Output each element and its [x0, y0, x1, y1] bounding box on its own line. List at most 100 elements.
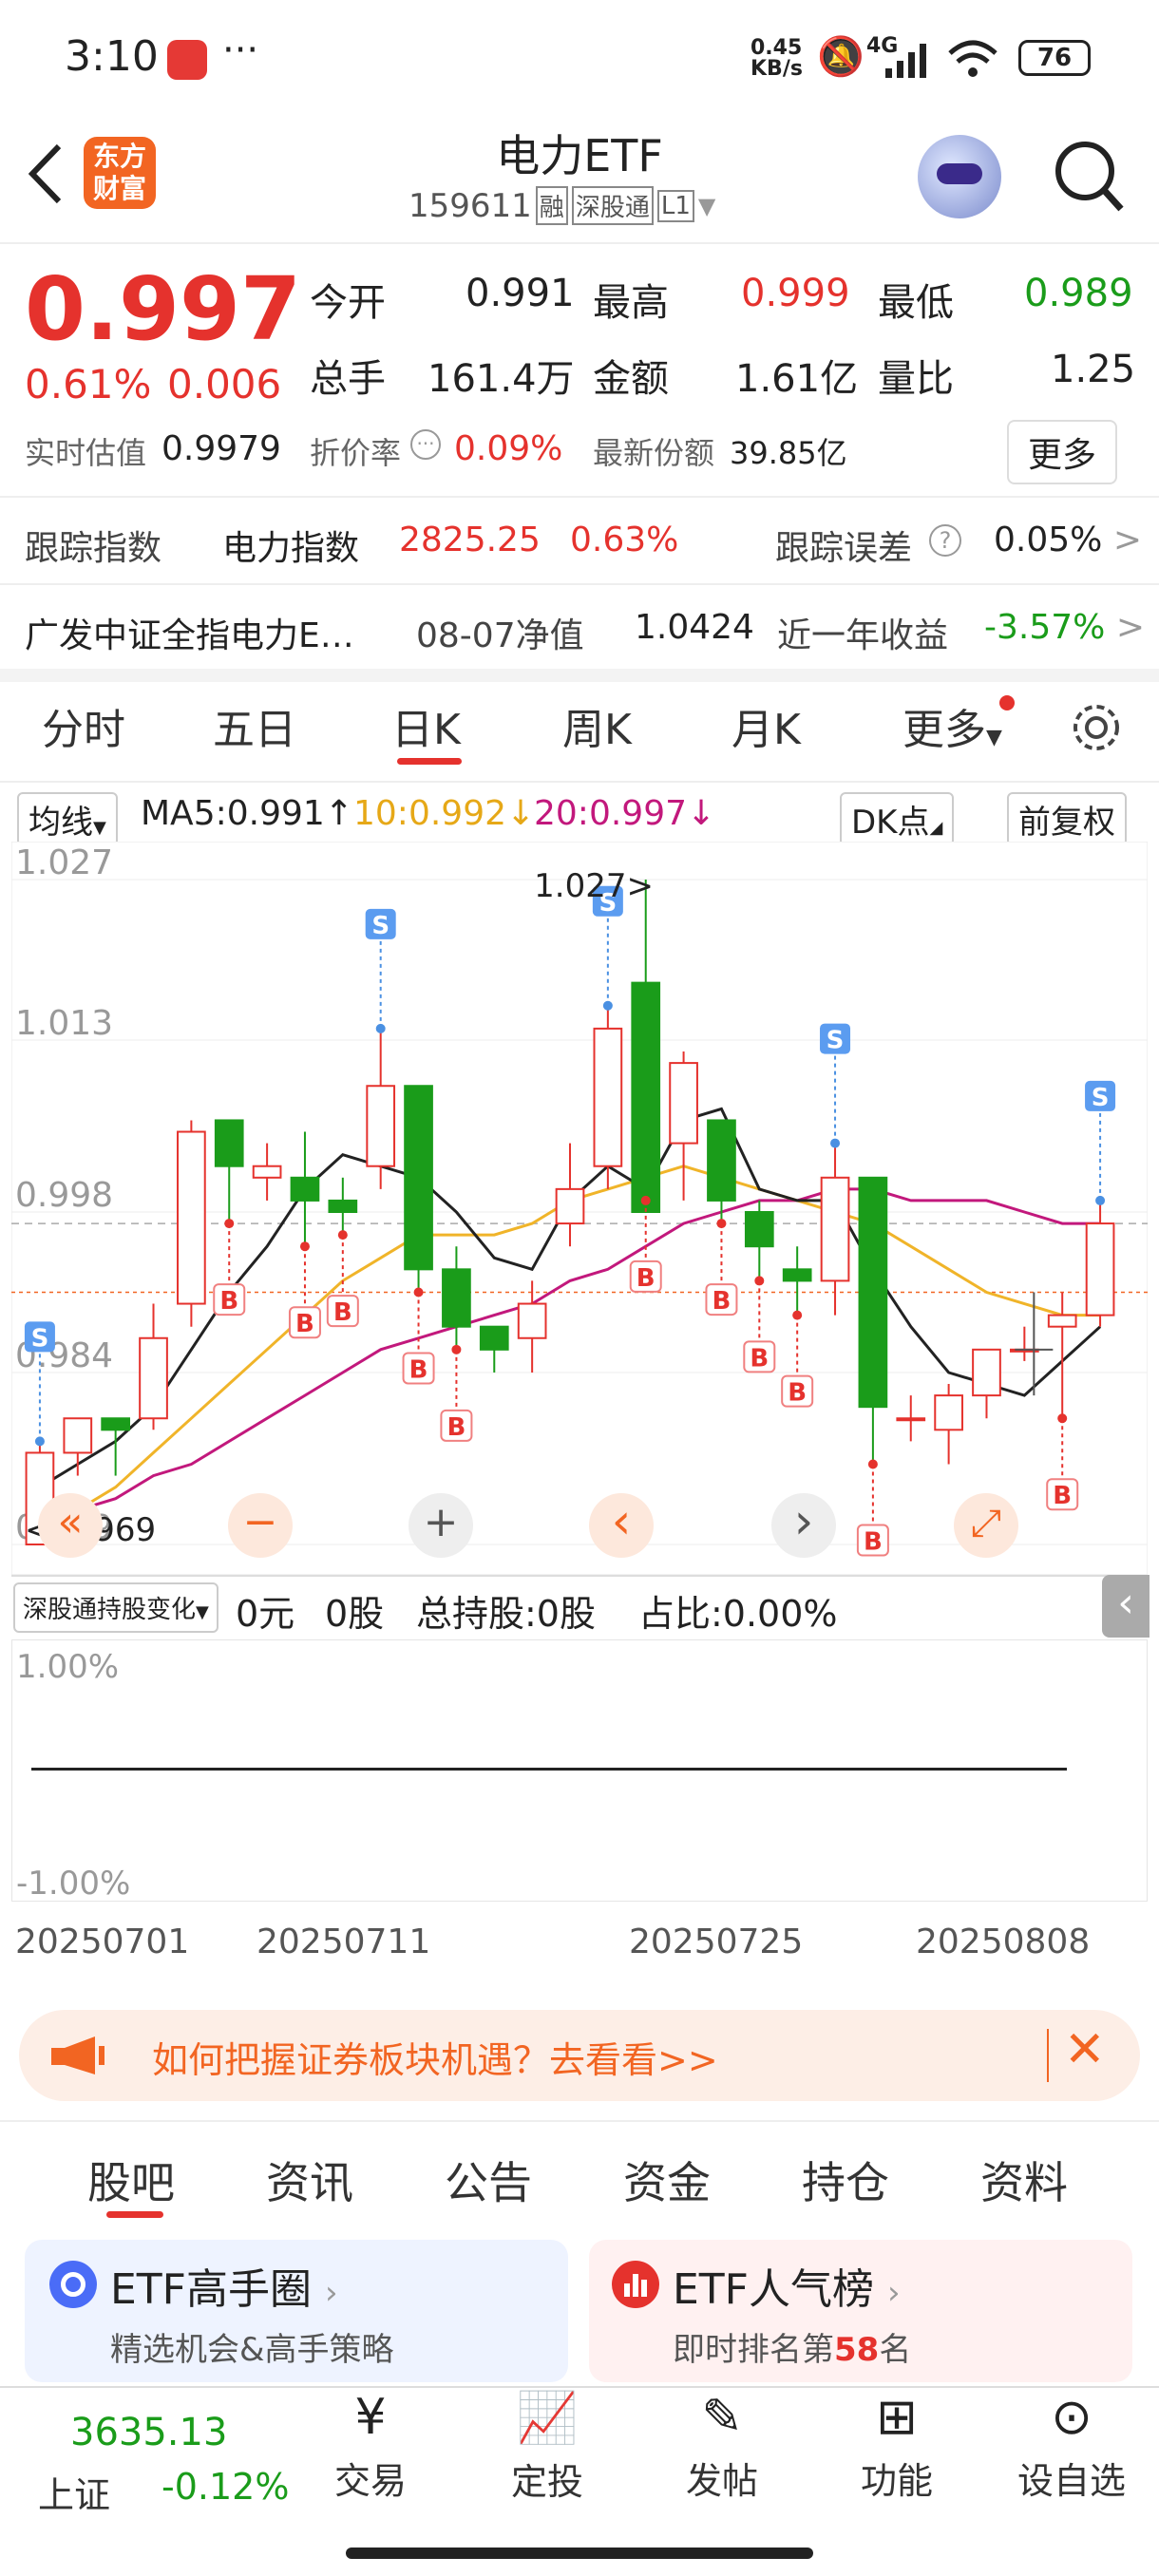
buy-mark-label: B — [864, 1528, 883, 1557]
nav-post[interactable]: ✎ 发帖 — [646, 2389, 798, 2504]
fund-name[interactable]: 广发中证全指电力E… — [25, 608, 354, 657]
etf-expert-card[interactable]: ETF高手圈 › 精选机会&高手策略 — [25, 2240, 568, 2382]
tab-guba[interactable]: 股吧 — [87, 2149, 175, 2211]
tab-weekly-k[interactable]: 周K — [562, 695, 632, 756]
status-bar: 3:10 ··· 0.45 KB/s 🔕 4G 76 — [0, 0, 1159, 114]
return-label: 近一年收益 — [777, 616, 949, 655]
low-label: 最低 — [878, 281, 954, 325]
header: 东方 财富 电力ETF 159611 融 深股通 L1 ▼ — [0, 114, 1159, 242]
holding-chart: 1.00% -1.00% — [11, 1639, 1148, 1903]
close-icon[interactable]: ✕ — [1064, 2021, 1106, 2078]
x-axis: 20250701 20250711 20250725 20250808 — [11, 1902, 1148, 1987]
ma20-value: 20:0.997↓ — [534, 794, 716, 833]
iopv-value: 0.9979 — [162, 429, 281, 468]
nav-functions[interactable]: ⊞ 功能 — [821, 2389, 973, 2504]
collapse-panel-button[interactable]: ‹ — [1102, 1575, 1150, 1638]
grid-icon: ⊞ — [876, 2389, 918, 2446]
candle-body — [669, 1062, 698, 1145]
buy-mark-label: B — [712, 1287, 732, 1316]
home-indicator — [346, 2548, 813, 2559]
chevron-right-icon: > — [1115, 608, 1145, 647]
holding-shares: 0股 — [325, 1593, 385, 1635]
candle-body — [593, 1027, 623, 1167]
assistant-robot-icon[interactable] — [918, 135, 1001, 218]
x-label-3: 20250725 — [629, 1923, 804, 1961]
holding-total: 总持股:0股 — [416, 1593, 596, 1635]
nav-trade[interactable]: ¥ 交易 — [294, 2389, 446, 2504]
price-adjust-button[interactable]: 前复权 — [1007, 792, 1127, 846]
tab-profile[interactable]: 资料 — [980, 2149, 1068, 2211]
tab-more[interactable]: 更多▼ — [902, 695, 1002, 756]
trend-chart-icon: 📈 — [516, 2390, 579, 2447]
x-label-1: 20250701 — [15, 1923, 190, 1961]
dk-point-select[interactable]: DK点◢ — [840, 792, 955, 846]
dropdown-icon: ▼ — [93, 818, 106, 838]
red-dot-badge — [999, 695, 1015, 710]
sell-mark-dot — [830, 1138, 841, 1148]
zoom-out-button[interactable]: − — [228, 1493, 293, 1558]
battery-icon: 76 — [1018, 40, 1091, 76]
scroll-right-button[interactable]: › — [771, 1493, 836, 1558]
zoom-in-button[interactable]: + — [408, 1493, 473, 1558]
x-label-2: 20250711 — [256, 1923, 431, 1961]
tab-announcements[interactable]: 公告 — [445, 2149, 532, 2211]
tracking-index-pct: 0.63% — [570, 521, 679, 559]
buy-mark-dot — [337, 1230, 348, 1241]
amount-label: 金额 — [593, 357, 669, 401]
signal-icon — [885, 44, 926, 78]
jump-first-button[interactable]: « — [38, 1493, 103, 1558]
sh-index-value[interactable]: 3635.13 — [70, 2411, 227, 2454]
candle-body — [517, 1302, 547, 1339]
premium-value: 0.09% — [454, 429, 563, 468]
candle-body — [63, 1417, 93, 1454]
return-value[interactable]: -3.57% > — [984, 608, 1145, 647]
promo-banner[interactable]: 如何把握证券板块机遇？去看看>> ✕ — [19, 2010, 1140, 2101]
tab-news[interactable]: 资讯 — [266, 2149, 353, 2211]
sh-index-name[interactable]: 上证 — [38, 2466, 110, 2518]
nav-auto-invest[interactable]: 📈 定投 — [471, 2389, 623, 2505]
holding-indicator-select[interactable]: 深股通持股变化▼ — [13, 1582, 218, 1633]
buy-mark-dot — [716, 1219, 727, 1229]
card-title: ETF人气榜 › — [673, 2265, 901, 2314]
buy-mark-dot — [640, 1195, 651, 1205]
high-value: 0.999 — [741, 272, 850, 315]
tracking-error-value[interactable]: 0.05% > — [994, 521, 1142, 559]
dropdown-icon: ◢ — [929, 818, 943, 838]
tab-daily-k[interactable]: 日K — [391, 695, 461, 756]
tab-monthly-k[interactable]: 月K — [732, 695, 801, 756]
sh-index-pct[interactable]: -0.12% — [162, 2466, 289, 2508]
candle-body — [404, 1085, 433, 1271]
more-button[interactable]: 更多 — [1007, 420, 1118, 484]
tab-five-day[interactable]: 五日 — [213, 695, 296, 756]
status-time: 3:10 — [65, 32, 159, 81]
scroll-left-button[interactable]: ‹ — [589, 1493, 654, 1558]
info-dots-icon[interactable]: ··· — [410, 429, 441, 460]
y-tick-label: 1.013 — [15, 1004, 113, 1043]
sell-mark-label: S — [826, 1027, 845, 1055]
candlestick-chart[interactable]: 1.0271.0130.9980.9840.969SSSSSBBBBBBBBBB… — [11, 842, 1148, 1575]
indicator-select[interactable]: 均线▼ — [17, 792, 118, 846]
candle-body — [858, 1176, 888, 1409]
tracking-index-name[interactable]: 电力指数 — [222, 521, 359, 570]
help-icon[interactable]: ? — [929, 524, 961, 557]
wifi-icon — [948, 40, 998, 77]
tracking-error-label: 跟踪误差 — [775, 529, 913, 568]
more-dots-icon: ··· — [222, 28, 259, 72]
security-code-row[interactable]: 159611 融 深股通 L1 ▼ — [408, 186, 715, 225]
tab-funds-flow[interactable]: 资金 — [623, 2149, 711, 2211]
app-notification-icon — [167, 40, 207, 80]
search-icon[interactable] — [1051, 133, 1127, 218]
fullscreen-icon[interactable]: ⤢ — [954, 1493, 1018, 1558]
dropdown-icon: ▼ — [196, 1602, 209, 1622]
etf-ranking-card[interactable]: ETF人气榜 › 即时排名第58名 — [589, 2240, 1132, 2382]
tab-holdings[interactable]: 持仓 — [802, 2149, 889, 2211]
buy-mark-label: B — [1053, 1482, 1072, 1510]
nav-add-watchlist[interactable]: ⊙ 设自选 — [996, 2389, 1148, 2504]
tab-intraday[interactable]: 分时 — [42, 695, 125, 756]
ranking-chart-icon — [612, 2261, 659, 2308]
candle-body — [744, 1211, 774, 1248]
banner-text[interactable]: 如何把握证券板块机遇？去看看>> — [152, 2031, 718, 2083]
candle-body — [820, 1176, 850, 1282]
settings-gear-icon[interactable] — [1068, 699, 1125, 756]
expert-circle-icon — [49, 2261, 97, 2308]
